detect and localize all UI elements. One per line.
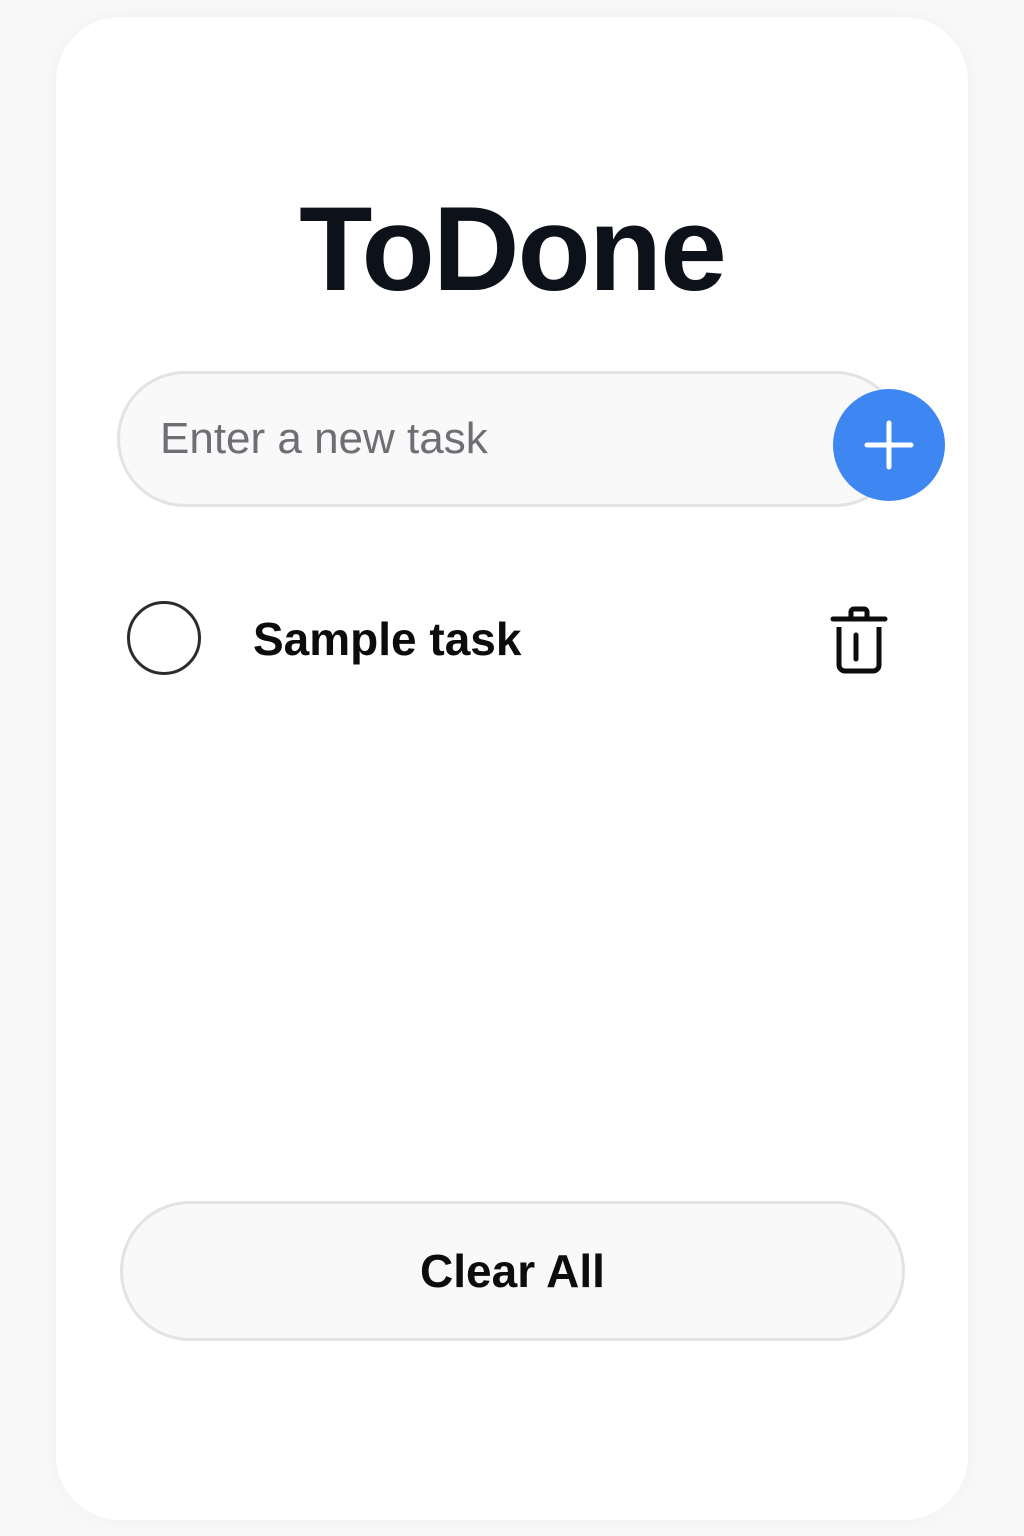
todo-card: ToDone Sample task Clear All	[56, 17, 968, 1520]
clear-all-button[interactable]: Clear All	[120, 1201, 905, 1341]
task-checkbox[interactable]	[127, 601, 201, 675]
app-title: ToDone	[299, 182, 727, 316]
delete-task-button[interactable]	[829, 603, 889, 675]
trash-icon	[830, 606, 888, 674]
task-input-container	[117, 371, 945, 507]
plus-icon	[864, 420, 914, 470]
task-label: Sample task	[253, 613, 522, 665]
add-task-button[interactable]	[833, 389, 945, 501]
task-input[interactable]	[160, 374, 740, 504]
task-item: Sample task	[126, 601, 900, 681]
